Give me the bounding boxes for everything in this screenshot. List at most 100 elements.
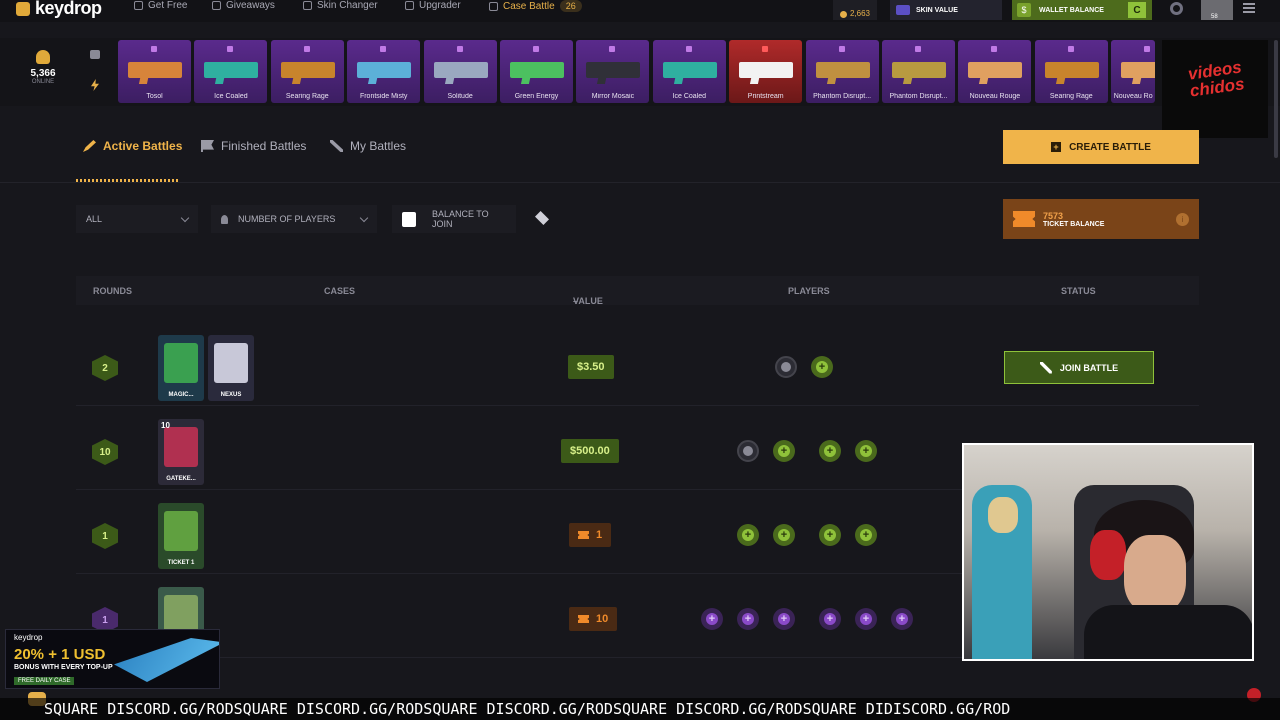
player-avatar[interactable]: [737, 440, 759, 462]
live-drop-item[interactable]: Printstream: [729, 40, 803, 103]
case-name: GATEKE...: [166, 476, 196, 482]
live-drop-item[interactable]: Tosol: [118, 40, 191, 103]
battle-row[interactable]: 2 MAGIC... NEXUS $3.50 + JOIN BATTLE: [76, 326, 1199, 406]
battle-value: $3.50: [568, 355, 614, 379]
join-slot-plus-icon[interactable]: +: [773, 440, 795, 462]
case-thumbnail[interactable]: TICKET 1: [158, 503, 204, 569]
join-slot-plus-icon[interactable]: +: [891, 608, 913, 630]
lightning-icon[interactable]: [91, 79, 99, 91]
gold-balance[interactable]: 2,663: [833, 0, 877, 20]
live-drop-item[interactable]: Solitude: [423, 40, 497, 103]
online-counter: 5,366 ONLINE: [20, 44, 66, 85]
rounds-badge: 1: [92, 523, 118, 549]
rarity-indicator: [991, 46, 998, 52]
live-drop-item[interactable]: Nouveau Rouge: [958, 40, 1032, 103]
join-slot-plus-icon[interactable]: +: [773, 608, 795, 630]
live-drop-item[interactable]: Phantom Disrupt...: [882, 40, 955, 103]
clear-filters-icon[interactable]: [535, 211, 549, 225]
drop-name: Printstream: [747, 93, 784, 100]
gold-count: 2,663: [849, 9, 871, 18]
case-name: TICKET 1: [167, 560, 195, 566]
promo-banner[interactable]: keydrop 20% + 1 USD BONUS WITH EVERY TOP…: [5, 629, 220, 689]
join-slot-plus-icon[interactable]: +: [701, 608, 723, 630]
top-up-button[interactable]: C: [1128, 2, 1146, 18]
nav-item-case-battle[interactable]: Case Battle 26: [489, 0, 582, 12]
join-slot-plus-icon[interactable]: +: [819, 608, 841, 630]
join-slot-plus-icon[interactable]: +: [819, 524, 841, 546]
plush-mask: [988, 497, 1018, 533]
wallet-balance[interactable]: $ WALLET BALANCE C: [1012, 0, 1152, 20]
drop-name: Nouveau Ro: [1113, 93, 1153, 100]
case-thumbnail[interactable]: MAGIC...: [158, 335, 204, 401]
hamburger-menu-icon[interactable]: [1243, 3, 1255, 13]
info-icon[interactable]: i: [1176, 212, 1189, 226]
drop-name: Solitude: [447, 93, 473, 100]
weapon-icon: [892, 62, 946, 78]
rarity-indicator: [1144, 46, 1151, 52]
live-drop-item[interactable]: Green Energy: [500, 40, 573, 103]
keydrop-logo[interactable]: keydrop: [16, 0, 102, 19]
nav-item-get-free[interactable]: Get Free: [134, 0, 187, 11]
battle-value: 10: [569, 607, 618, 631]
drop-name: Searing Rage: [1049, 93, 1093, 100]
live-drop-item[interactable]: Ice Coaled: [194, 40, 268, 103]
weapon-icon: [280, 62, 335, 78]
live-drop-item[interactable]: Searing Rage: [270, 40, 344, 103]
tab-active-battles[interactable]: Active Battles: [83, 139, 182, 153]
join-slot-plus-icon[interactable]: +: [737, 608, 759, 630]
join-battle-button[interactable]: JOIN BATTLE: [1004, 351, 1154, 384]
join-slot-plus-icon[interactable]: +: [855, 524, 877, 546]
gear-icon[interactable]: [1170, 2, 1183, 15]
nav-item-skin-changer[interactable]: Skin Changer: [303, 0, 378, 11]
divider: [0, 182, 1280, 183]
weapon-icon: [968, 62, 1023, 78]
players-select[interactable]: NUMBER OF PLAYERS: [211, 205, 377, 233]
tab-my-battles[interactable]: My Battles: [330, 139, 406, 153]
nav-item-label: Case Battle: [503, 0, 555, 12]
drop-name: Frontside Misty: [359, 93, 408, 100]
live-drop-item[interactable]: Frontside Misty: [347, 40, 421, 103]
balance-to-join-filter[interactable]: BALANCE TO JOIN: [392, 205, 516, 233]
ticket-balance[interactable]: 7573 TICKET BALANCE i: [1003, 199, 1199, 239]
balance-checkbox[interactable]: [402, 211, 416, 227]
create-battle-button[interactable]: + CREATE BATTLE: [1003, 130, 1199, 164]
join-slot-plus-icon[interactable]: +: [811, 356, 833, 378]
rarity-indicator: [227, 46, 234, 52]
skin-value-box[interactable]: SKIN VALUE: [890, 0, 1002, 20]
drop-name: Ice Coaled: [214, 93, 248, 100]
join-slot-plus-icon[interactable]: +: [855, 608, 877, 630]
case-art: [164, 511, 198, 551]
user-avatar[interactable]: 58: [1201, 0, 1233, 20]
join-slot-plus-icon[interactable]: +: [773, 524, 795, 546]
promo-subtitle: BONUS WITH EVERY TOP-UP: [14, 664, 113, 671]
plus-icon: +: [1051, 142, 1062, 152]
live-drop-item[interactable]: Nouveau Ro: [1111, 40, 1156, 103]
player-avatar[interactable]: [775, 356, 797, 378]
weapon-icon: [510, 62, 564, 78]
join-slot-plus-icon[interactable]: +: [819, 440, 841, 462]
header-cases: CASES: [324, 286, 356, 296]
tab-finished-battles[interactable]: Finished Battles: [201, 139, 306, 153]
rarity-indicator: [915, 46, 921, 52]
case-count: 10: [161, 421, 170, 430]
tab-my-label: My Battles: [350, 139, 407, 153]
nav-item-giveaways[interactable]: Giveaways: [212, 0, 275, 11]
nav-icon: [134, 1, 143, 10]
nav-item-upgrader[interactable]: Upgrader: [405, 0, 461, 11]
live-drop-item[interactable]: Mirror Mosaic: [576, 40, 650, 103]
case-thumbnail[interactable]: 10 GATEKE...: [158, 419, 204, 485]
rifle-image: [114, 638, 219, 682]
create-battle-label: CREATE BATTLE: [1069, 141, 1151, 153]
user-level: 58: [1211, 14, 1218, 20]
join-slot-plus-icon[interactable]: +: [737, 524, 759, 546]
page-scrollbar[interactable]: [1274, 40, 1278, 158]
case-thumbnail[interactable]: NEXUS: [208, 335, 254, 401]
join-slot-plus-icon[interactable]: +: [855, 440, 877, 462]
live-drop-item[interactable]: Searing Rage: [1034, 40, 1108, 103]
stream-logo-text: videos chidos: [1186, 57, 1246, 101]
crown-icon[interactable]: [90, 50, 100, 59]
mode-select[interactable]: ALL: [76, 205, 198, 233]
live-drop-item[interactable]: Phantom Disrupt...: [805, 40, 879, 103]
live-drop-item[interactable]: Ice Coaled: [652, 40, 726, 103]
crossed-swords-icon: [1039, 361, 1052, 374]
